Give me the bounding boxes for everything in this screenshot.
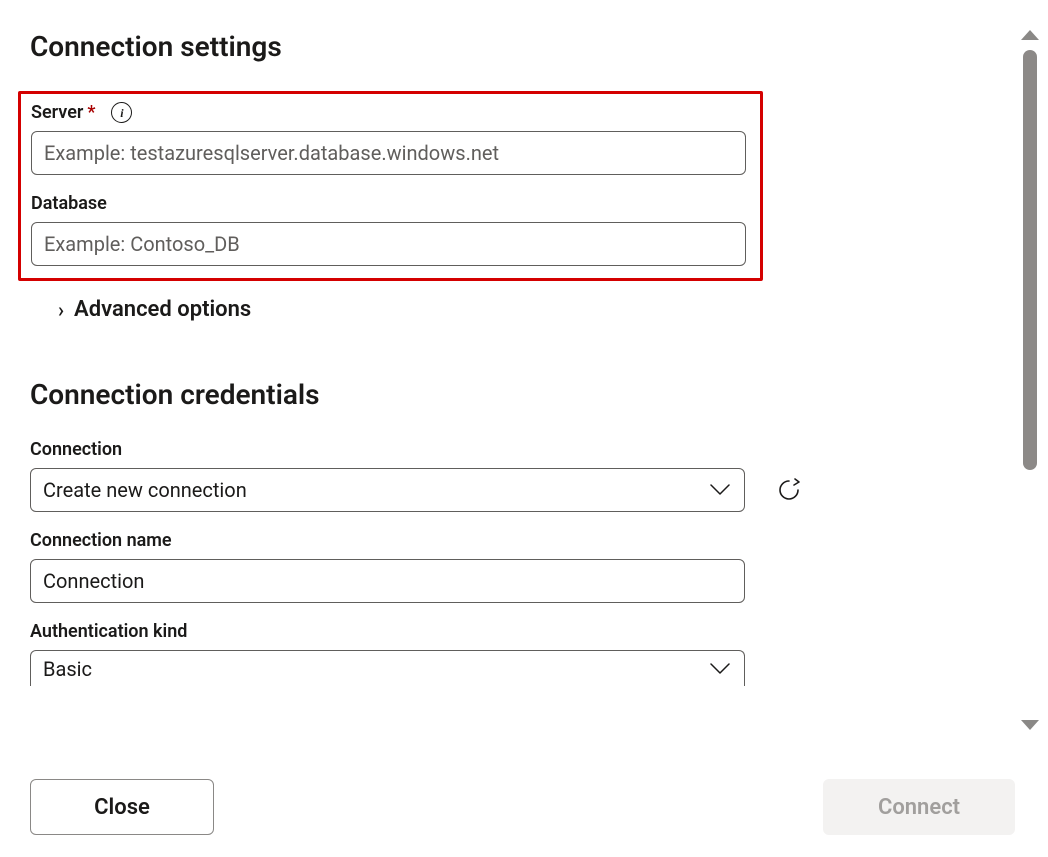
vertical-scrollbar[interactable] <box>1016 30 1044 730</box>
refresh-icon <box>775 476 803 504</box>
scroll-track[interactable] <box>1023 50 1037 710</box>
server-label: Server <box>31 102 83 123</box>
server-field-group: Server * i <box>31 102 750 175</box>
chevron-down-icon <box>710 663 730 675</box>
auth-kind-select-value: Basic <box>43 657 92 681</box>
close-button[interactable]: Close <box>30 779 214 835</box>
chevron-down-icon <box>710 484 730 496</box>
auth-kind-select[interactable]: Basic <box>30 650 745 686</box>
connection-name-input[interactable] <box>30 559 745 603</box>
scroll-thumb[interactable] <box>1023 50 1037 470</box>
connection-settings-heading: Connection settings <box>30 30 990 63</box>
connection-field-group: Connection Create new connection <box>30 439 990 512</box>
database-label: Database <box>31 193 107 214</box>
advanced-options-label: Advanced options <box>74 297 251 322</box>
auth-kind-label: Authentication kind <box>30 621 187 642</box>
database-input[interactable] <box>31 222 746 266</box>
connection-label: Connection <box>30 439 122 460</box>
server-input[interactable] <box>31 131 746 175</box>
connection-select[interactable]: Create new connection <box>30 468 745 512</box>
scroll-down-arrow-icon[interactable] <box>1021 720 1039 730</box>
chevron-right-icon: › <box>58 298 64 322</box>
required-marker: * <box>87 102 95 123</box>
info-icon[interactable]: i <box>111 102 132 123</box>
advanced-options-toggle[interactable]: › Advanced options <box>58 297 990 322</box>
scroll-up-arrow-icon[interactable] <box>1021 30 1039 40</box>
highlighted-required-fields: Server * i Database <box>18 91 763 281</box>
connect-button[interactable]: Connect <box>823 779 1015 835</box>
connection-name-label: Connection name <box>30 530 172 551</box>
database-field-group: Database <box>31 193 750 266</box>
connection-credentials-heading: Connection credentials <box>30 378 990 411</box>
auth-kind-field-group: Authentication kind Basic <box>30 621 990 686</box>
connection-select-value: Create new connection <box>43 478 247 502</box>
connection-name-field-group: Connection name <box>30 530 990 603</box>
refresh-connections-button[interactable] <box>773 474 805 506</box>
